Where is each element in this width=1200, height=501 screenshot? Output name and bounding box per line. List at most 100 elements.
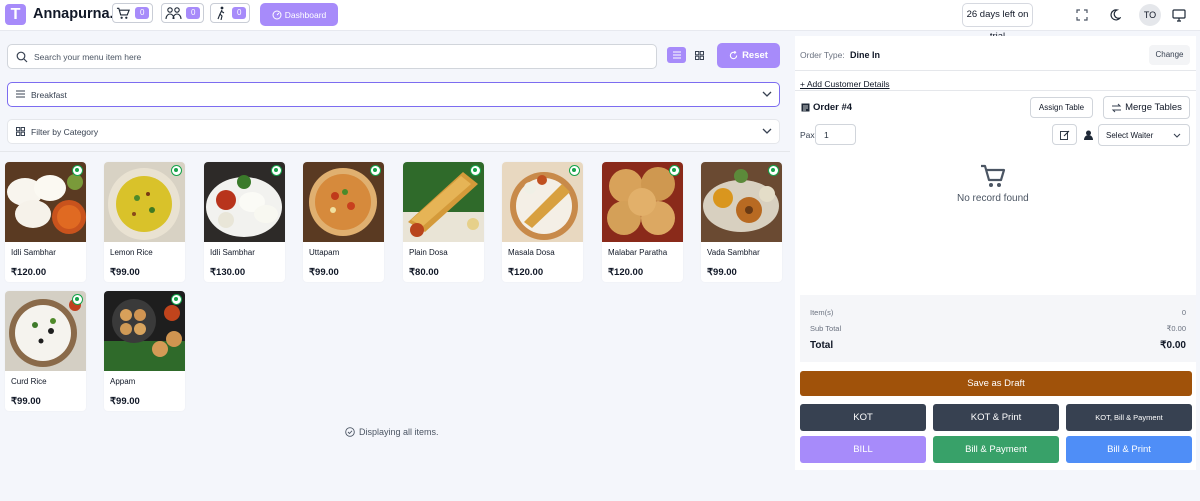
order-type-label: Order Type: [800,50,845,60]
bill-button[interactable]: BILL [800,436,926,463]
item-name: Idli Sambhar [11,248,56,257]
menu-item-card[interactable]: Plain Dosa ₹80.00 [403,162,484,282]
food-image [104,162,185,242]
waiter-select[interactable]: Select Waiter [1098,124,1190,146]
veg-indicator [768,165,779,176]
menu-item-card[interactable]: Uttapam ₹99.00 [303,162,384,282]
search-placeholder: Search your menu item here [34,52,142,62]
waiter-placeholder: Select Waiter [1106,130,1154,140]
item-price: ₹80.00 [409,267,439,278]
item-price: ₹99.00 [707,267,737,278]
restaurant-name[interactable]: Annapurna... [33,6,122,22]
menu-item-card[interactable]: Vada Sambhar ₹99.00 [701,162,782,282]
order-type-value: Dine In [850,50,881,60]
menu-item-card[interactable]: Idli Sambhar ₹130.00 [204,162,285,282]
empty-cart-text: No record found [957,193,1029,204]
reset-button[interactable]: Reset [717,43,780,68]
pax-input[interactable]: 1 [815,124,856,145]
items-label: Item(s) [810,308,834,317]
item-price: ₹130.00 [210,267,246,278]
people-count: 0 [186,7,201,19]
cart-count: 0 [135,7,150,19]
pax-value: 1 [824,130,829,140]
item-name: Idli Sambhar [210,248,255,257]
menu-panel: Search your menu item here Reset Breakfa… [0,32,790,501]
trial-badge[interactable]: 26 days left on trial [962,3,1033,42]
menu-item-card[interactable]: Lemon Rice ₹99.00 [104,162,185,282]
item-name: Uttapam [309,248,340,257]
person-walking-icon [217,6,225,20]
list-icon [672,51,681,59]
veg-indicator [271,165,282,176]
veg-indicator [370,165,381,176]
item-price: ₹120.00 [508,267,544,278]
item-price: ₹99.00 [110,267,140,278]
change-order-type-button[interactable]: Change [1149,45,1190,65]
search-icon [16,51,28,63]
save-draft-button[interactable]: Save as Draft [800,371,1192,396]
monitor-icon[interactable] [1170,6,1188,24]
menu-item-card[interactable]: Appam ₹99.00 [104,291,185,411]
list-view-button[interactable] [667,47,686,63]
dashboard-icon [272,10,282,19]
bill-print-button[interactable]: Bill & Print [1066,436,1192,463]
menu-lines-icon [16,90,25,98]
item-name: Plain Dosa [409,248,448,257]
merge-icon [1111,103,1122,112]
items-value: 0 [1181,308,1186,317]
assign-table-button[interactable]: Assign Table [1030,97,1093,118]
food-image [5,291,86,371]
chevron-down-icon [762,128,772,134]
user-avatar[interactable]: TO [1139,4,1161,26]
divider [795,90,1196,91]
chevron-down-icon [762,91,772,97]
food-image [403,162,484,242]
fullscreen-icon[interactable] [1073,6,1091,24]
menu-select[interactable]: Breakfast [7,82,780,107]
top-bar: T Annapurna... 0 0 0 Dashboard 26 days l… [0,0,1200,42]
item-price: ₹120.00 [608,267,644,278]
cart-counter[interactable]: 0 [112,3,154,23]
check-circle-icon [345,427,355,437]
cart-icon [981,164,1006,187]
food-image [5,162,86,242]
grid-icon [16,127,25,136]
kot-bill-payment-button[interactable]: KOT, Bill & Payment [1066,404,1192,431]
veg-indicator [72,294,83,305]
item-price: ₹99.00 [309,267,339,278]
veg-indicator [171,165,182,176]
veg-indicator [171,294,182,305]
merge-tables-button[interactable]: Merge Tables [1103,96,1190,119]
search-box[interactable]: Search your menu item here [7,44,657,69]
dashboard-button[interactable]: Dashboard [260,3,338,26]
kot-print-button[interactable]: KOT & Print [933,404,1059,431]
kot-button[interactable]: KOT [800,404,926,431]
bill-payment-button[interactable]: Bill & Payment [933,436,1059,463]
pax-label: Pax [800,130,815,140]
food-image [303,162,384,242]
menu-item-card[interactable]: Idli Sambhar ₹120.00 [5,162,86,282]
divider [0,151,790,152]
food-image [502,162,583,242]
menu-item-card[interactable]: Curd Rice ₹99.00 [5,291,86,411]
edit-button[interactable] [1052,124,1077,145]
people-counter[interactable]: 0 [161,3,205,23]
dashboard-label: Dashboard [284,9,327,20]
add-customer-link[interactable]: + Add Customer Details [800,79,890,89]
veg-indicator [569,165,580,176]
veg-indicator [669,165,680,176]
app-logo[interactable]: T [5,4,26,25]
delivery-counter[interactable]: 0 [210,3,251,23]
subtotal-value: ₹0.00 [1166,324,1186,333]
edit-icon [1059,130,1069,140]
grid-icon [695,50,704,60]
menu-item-card[interactable]: Malabar Paratha ₹120.00 [602,162,683,282]
menu-item-card[interactable]: Masala Dosa ₹120.00 [502,162,583,282]
category-select[interactable]: Filter by Category [7,119,780,144]
moon-icon[interactable] [1106,6,1124,24]
food-image [602,162,683,242]
people-icon [165,7,182,20]
item-name: Appam [110,377,136,386]
total-value: ₹0.00 [1160,340,1186,351]
grid-view-button[interactable] [690,47,709,63]
